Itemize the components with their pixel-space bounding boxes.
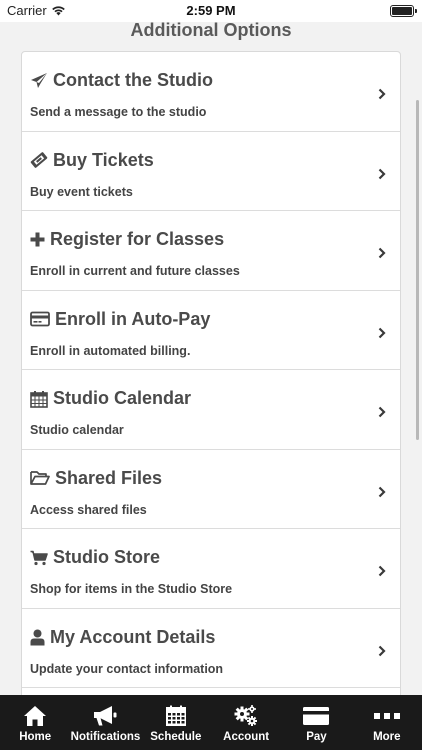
- tab-pay[interactable]: Pay: [281, 695, 351, 750]
- option-subtitle: Shop for items in the Studio Store: [30, 582, 233, 596]
- page-title: Additional Options: [130, 20, 292, 40]
- chevron-right-icon: [378, 247, 386, 259]
- calendar-icon: [30, 390, 48, 408]
- tab-label: Notifications: [70, 731, 141, 743]
- option-subtitle: Buy event tickets: [30, 184, 133, 199]
- tab-label: More: [373, 731, 401, 743]
- tab-home[interactable]: Home: [0, 695, 70, 750]
- chevron-right-icon: [378, 327, 386, 338]
- option-subtitle: Enroll in current and future classes: [30, 264, 240, 278]
- gears-icon: [234, 705, 258, 726]
- tab-label: Home: [19, 731, 52, 743]
- option-subtitle: Studio calendar: [30, 423, 124, 437]
- scroll-indicator[interactable]: [416, 100, 419, 440]
- option-subtitle: Enroll in automated billing.: [30, 343, 191, 358]
- chevron-right-icon: [378, 406, 386, 418]
- chevron-right-icon: [378, 565, 386, 577]
- status-bar: Carrier 2:59 PM: [0, 0, 422, 22]
- option-studio-calendar[interactable]: Studio Calendar Studio calendar: [22, 370, 400, 450]
- user-icon: [30, 629, 45, 645]
- ticket-icon: [30, 152, 48, 168]
- tab-bar: Home Notifications Schedule Account Pay …: [0, 695, 422, 750]
- shopping-cart-icon: [30, 550, 48, 565]
- home-icon: [24, 706, 47, 726]
- folder-open-icon: [30, 471, 50, 485]
- option-title: Studio Store: [53, 547, 160, 567]
- tab-schedule[interactable]: Schedule: [141, 695, 211, 750]
- calendar-grid-icon: [165, 705, 186, 726]
- option-my-account-details[interactable]: My Account Details Update your contact i…: [22, 609, 400, 688]
- option-buy-tickets[interactable]: Buy Tickets Buy event tickets: [22, 132, 400, 211]
- option-subtitle: Access shared files: [30, 502, 147, 517]
- paper-plane-icon: [31, 72, 47, 88]
- option-title: Shared Files: [55, 467, 163, 488]
- option-subtitle: Send a message to the studio: [30, 105, 207, 119]
- plus-icon: [30, 232, 45, 247]
- tab-more[interactable]: More: [352, 695, 422, 750]
- option-title: Buy Tickets: [53, 149, 154, 170]
- tab-account[interactable]: Account: [211, 695, 281, 750]
- battery-icon: [390, 5, 417, 17]
- option-title: Register for Classes: [50, 229, 225, 249]
- ellipsis-icon: [373, 713, 400, 719]
- tab-label: Pay: [306, 731, 327, 743]
- chevron-right-icon: [378, 168, 386, 179]
- clock: 2:59 PM: [186, 3, 236, 18]
- option-title: Enroll in Auto-Pay: [55, 308, 211, 329]
- option-register-classes[interactable]: Register for Classes Enroll in current a…: [22, 211, 400, 291]
- chevron-right-icon: [378, 88, 386, 100]
- credit-card-icon: [30, 311, 50, 327]
- option-title: Contact the Studio: [53, 70, 213, 90]
- option-enroll-autopay[interactable]: Enroll in Auto-Pay Enroll in automated b…: [22, 291, 400, 370]
- option-title: My Account Details: [50, 626, 216, 647]
- chevron-right-icon: [378, 645, 386, 656]
- tab-label: Schedule: [150, 731, 202, 743]
- option-title: Studio Calendar: [53, 388, 192, 408]
- megaphone-icon: [94, 706, 117, 726]
- tab-label: Account: [223, 731, 270, 743]
- chevron-right-icon: [378, 486, 386, 497]
- option-contact-studio[interactable]: Contact the Studio Send a message to the…: [22, 52, 400, 132]
- options-list: Contact the Studio Send a message to the…: [21, 51, 401, 701]
- tab-notifications[interactable]: Notifications: [70, 695, 140, 750]
- option-subtitle: Update your contact information: [30, 661, 224, 676]
- credit-card-icon: [303, 707, 330, 725]
- option-shared-files[interactable]: Shared Files Access shared files: [22, 450, 400, 529]
- option-studio-store[interactable]: Studio Store Shop for items in the Studi…: [22, 529, 400, 609]
